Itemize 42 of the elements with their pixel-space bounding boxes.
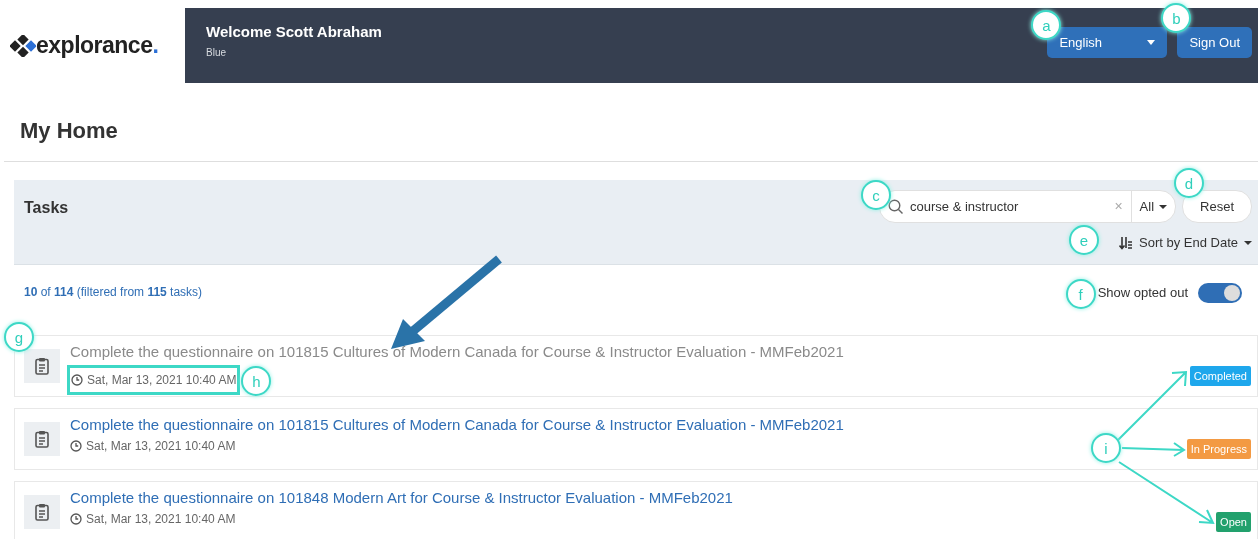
callout-marker: b (1161, 3, 1192, 33)
date-text: Sat, Mar 13, 2021 10:40 AM (86, 511, 236, 527)
clock-icon (70, 440, 82, 452)
welcome-text: Welcome Scott Abraham (206, 22, 382, 42)
status-badge: Open (1216, 512, 1251, 532)
task-link[interactable]: Complete the questionnaire on 101815 Cultures of Modern Canada for Course & Instructor Evaluation - MMFeb2021 (70, 342, 1190, 362)
clipboard-icon (35, 357, 49, 375)
sign-out-button[interactable]: Sign Out (1177, 27, 1252, 58)
callout-marker: e (1069, 225, 1099, 255)
reset-button[interactable]: Reset (1182, 190, 1252, 223)
logo-wordmark: explorance. (36, 34, 159, 57)
caret-icon (1147, 40, 1156, 45)
clock-icon (70, 513, 82, 525)
search-field[interactable]: course & instructor × All (879, 190, 1177, 223)
callout-marker: g (4, 322, 34, 352)
callout-marker: c (861, 180, 892, 210)
sort-icon (1119, 235, 1133, 250)
search-icon (888, 198, 905, 215)
search-value: course & instructor (910, 197, 1020, 216)
clipboard-icon (35, 503, 49, 521)
date-text: Sat, Mar 13, 2021 10:40 AM (86, 438, 236, 454)
clock-icon (71, 374, 83, 386)
caret-icon (1244, 240, 1252, 245)
task-link[interactable]: Complete the questionnaire on 101848 Modern Art for Course & Instructor Evaluation - MMFeb2021 (70, 488, 1217, 508)
show-opted-out-toggle[interactable] (1198, 283, 1242, 303)
tasks-title: Tasks (24, 198, 69, 218)
subtitle-text: Blue (206, 46, 227, 60)
callout-marker: h (241, 366, 272, 396)
callout-marker: d (1174, 168, 1205, 198)
sort-dropdown[interactable]: Sort by End Date (1119, 233, 1252, 253)
callout-marker: f (1065, 279, 1096, 309)
caret-icon (1159, 204, 1168, 209)
filter-dropdown[interactable]: All (1130, 191, 1176, 222)
status-badge: In Progress (1186, 439, 1251, 459)
date-text: Sat, Mar 13, 2021 10:40 AM (87, 372, 237, 388)
results-summary: 10 of 114 (filtered from 115 tasks) (24, 284, 203, 301)
toggle-label: Show opted out (1097, 284, 1188, 303)
task-link[interactable]: Complete the questionnaire on 101815 Cultures of Modern Canada for Course & Instructor Evaluation - MMFeb2021 (70, 415, 1187, 435)
status-badge: Completed (1189, 366, 1251, 386)
page-title: My Home (20, 117, 119, 145)
clipboard-icon (35, 430, 49, 448)
logo-icon (10, 34, 36, 57)
